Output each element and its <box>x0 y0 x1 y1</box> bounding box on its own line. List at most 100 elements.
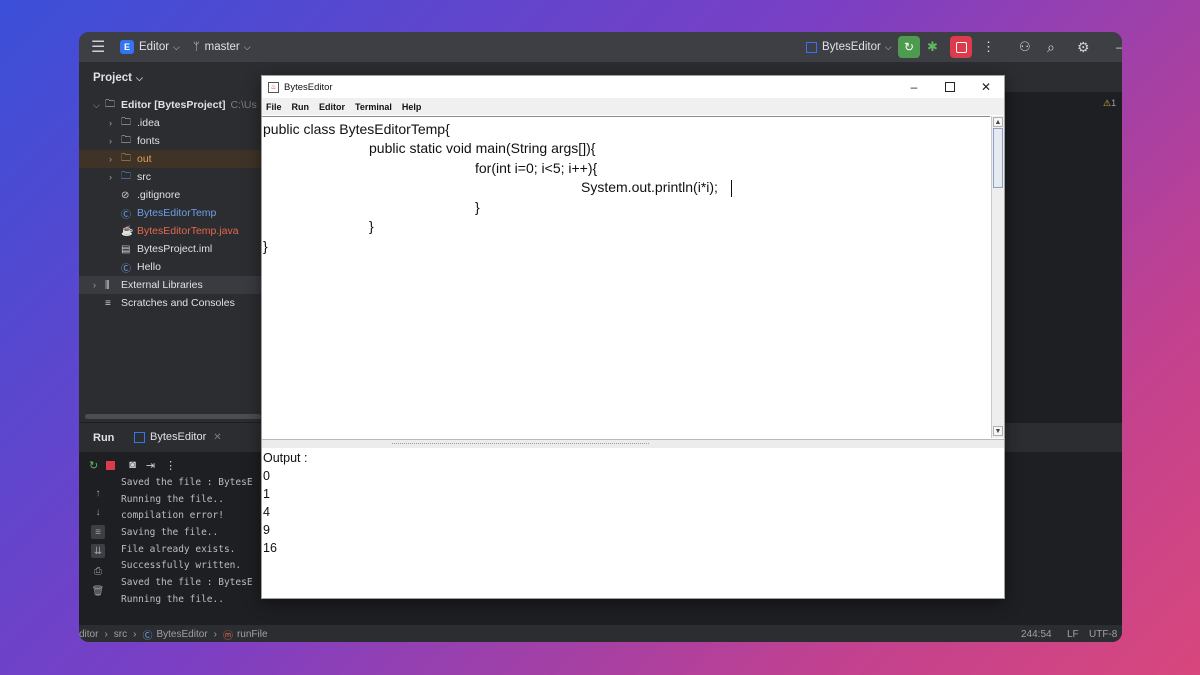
minimize-icon: – <box>910 80 918 94</box>
gear-icon[interactable]: ⚙ <box>1077 32 1090 62</box>
breadcrumb-item[interactable]: BytesEditor <box>156 629 207 640</box>
divider-grip <box>392 443 649 445</box>
code-line: for(int i=0; i<5; i++){ <box>475 160 598 176</box>
minimize-button[interactable]: – <box>896 76 932 98</box>
tree-item-external-libraries[interactable]: › ⫼ External Libraries <box>79 276 261 294</box>
close-icon: ✕ <box>980 80 992 94</box>
main-menu-icon[interactable]: ☰ <box>91 32 105 62</box>
close-icon[interactable]: ✕ <box>213 432 221 443</box>
log-line: Saved the file : BytesE <box>121 477 253 488</box>
stop-icon <box>950 36 972 58</box>
folder-icon: 🗀 <box>121 116 131 128</box>
print-icon[interactable]: ⎙ <box>91 564 105 578</box>
run-tab[interactable]: Run <box>93 432 114 444</box>
tree-item-java-file[interactable]: ☕ BytesEditorTemp.java <box>121 222 239 240</box>
window-title-bar[interactable]: ♨ BytesEditor <box>262 76 1004 98</box>
class-icon: Ⓒ <box>121 263 131 275</box>
debug-button[interactable]: ✱ <box>927 32 938 62</box>
chevron-right-icon: › <box>213 628 217 640</box>
tree-item-root[interactable]: ⌵ 🗀 Editor [BytesProject] C:\Us <box>93 96 257 114</box>
menu-bar: File Run Editor Terminal Help <box>262 98 1004 115</box>
arrow-down-icon[interactable]: ↓ <box>91 505 105 519</box>
line-ending[interactable]: LF <box>1067 629 1079 640</box>
camera-icon[interactable]: ◙ <box>129 459 136 471</box>
log-line: compilation error! <box>121 510 224 521</box>
run-config-selector[interactable]: BytesEditor ⌵ <box>806 32 892 62</box>
menu-help[interactable]: Help <box>402 102 422 112</box>
chevron-down-icon: ⌵ <box>884 41 892 52</box>
menu-run[interactable]: Run <box>292 102 310 112</box>
class-icon: Ⓒ <box>121 209 131 221</box>
tree-item-label: Hello <box>137 261 161 273</box>
chevron-down-icon: ⌵ <box>93 99 100 110</box>
output-line: 1 <box>263 487 270 501</box>
tree-item-gitignore[interactable]: ⊘ .gitignore <box>121 186 180 204</box>
menu-file[interactable]: File <box>266 102 282 112</box>
maximize-icon <box>945 82 955 92</box>
log-line: Successfully written. <box>121 560 242 571</box>
run-toolbar: ↻ ◙ ⇥ ⋮ <box>79 456 176 474</box>
code-editor[interactable]: public class BytesEditorTemp{ public sta… <box>262 116 990 439</box>
maximize-button[interactable] <box>932 76 968 98</box>
bug-icon: ✱ <box>927 39 938 54</box>
project-pane-title[interactable]: Project ⌵ <box>93 72 143 84</box>
tree-item-label: fonts <box>137 135 160 147</box>
rerun-icon: ↻ <box>898 36 920 58</box>
tree-item-label: Scratches and Consoles <box>121 297 235 309</box>
more-icon[interactable]: ⋮ <box>165 459 176 472</box>
tree-item-iml[interactable]: ▤ BytesProject.iml <box>121 240 212 258</box>
scroll-thumb[interactable] <box>993 128 1003 188</box>
exit-icon[interactable]: ⇥ <box>146 459 155 472</box>
tree-item-idea[interactable]: › 🗀 .idea <box>109 114 160 132</box>
code-line: } <box>475 199 480 215</box>
menu-terminal[interactable]: Terminal <box>355 102 392 112</box>
more-actions-icon[interactable]: ⋮ <box>982 32 995 62</box>
warning-icon: ⚠ <box>1103 98 1112 108</box>
chevron-down-icon: ⌵ <box>243 41 251 52</box>
tree-item-fonts[interactable]: › 🗀 fonts <box>109 132 160 150</box>
breadcrumb-item[interactable]: src <box>114 629 127 640</box>
tree-item-scratches[interactable]: ≡ Scratches and Consoles <box>105 294 235 312</box>
tree-item-path: C:\Us <box>230 99 257 111</box>
breadcrumb-item[interactable]: ditor <box>79 629 98 640</box>
warning-indicator[interactable]: ⚠1 <box>1103 98 1116 109</box>
tree-item-hello[interactable]: Ⓒ Hello <box>121 258 161 276</box>
add-user-icon[interactable]: ⚇ <box>1019 32 1031 62</box>
menu-editor[interactable]: Editor <box>319 102 345 112</box>
tree-item-label: BytesEditorTemp <box>137 207 217 219</box>
java-file-icon: ☕ <box>121 225 134 237</box>
project-switcher[interactable]: E Editor ⌵ <box>120 32 180 62</box>
tree-item-src[interactable]: › 🗀 src <box>109 168 151 186</box>
stop-icon[interactable] <box>106 460 116 470</box>
search-icon[interactable]: ⌕ <box>1047 32 1055 62</box>
bytes-editor-window: ♨ BytesEditor – ✕ File Run Editor Termin… <box>261 75 1005 599</box>
branch-switcher[interactable]: ᛘ master ⌵ <box>193 32 251 62</box>
project-badge: E <box>120 40 134 54</box>
code-line: } <box>263 238 268 254</box>
minimize-icon[interactable]: – <box>1116 32 1122 62</box>
trash-icon[interactable]: 🗑 <box>91 584 105 598</box>
tree-item-class[interactable]: Ⓒ BytesEditorTemp <box>121 204 216 222</box>
file-encoding[interactable]: UTF-8 <box>1089 629 1117 640</box>
output-line: 9 <box>263 523 270 537</box>
code-scrollbar[interactable]: ▲ ▼ <box>991 116 1004 438</box>
folder-icon: 🗀 <box>121 152 131 164</box>
tree-item-out[interactable]: › 🗀 out <box>79 150 261 168</box>
run-config-tab[interactable]: BytesEditor ✕ <box>134 431 222 443</box>
rerun-button[interactable]: ↻ <box>898 32 920 62</box>
close-button[interactable]: ✕ <box>968 76 1004 98</box>
chevron-right-icon: › <box>109 118 112 128</box>
scroll-to-end-icon[interactable]: ⇊ <box>91 544 105 558</box>
breadcrumb-item[interactable]: runFile <box>237 629 268 640</box>
code-line: } <box>369 218 374 234</box>
cursor-position[interactable]: 244:54 <box>1021 629 1052 640</box>
project-pane-scrollbar[interactable] <box>85 414 261 419</box>
rerun-icon[interactable]: ↻ <box>89 459 98 472</box>
stop-button[interactable] <box>950 32 972 62</box>
tree-item-label: .gitignore <box>137 189 181 201</box>
chevron-down-icon: ⌵ <box>173 41 180 52</box>
arrow-up-icon[interactable]: ↑ <box>91 486 105 500</box>
scroll-up-icon[interactable]: ▲ <box>993 117 1003 127</box>
scroll-down-icon[interactable]: ▼ <box>993 426 1003 436</box>
soft-wrap-icon[interactable]: ≡ <box>91 525 105 539</box>
